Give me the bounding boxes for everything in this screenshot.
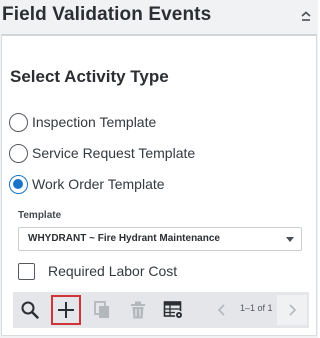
collapse-button[interactable] <box>298 9 314 25</box>
dropdown-arrow-icon <box>286 237 294 242</box>
chevron-left-icon <box>217 304 225 316</box>
radio-service-request-template[interactable]: Service Request Template <box>9 142 195 164</box>
delete-icon <box>131 301 145 319</box>
add-button[interactable] <box>51 295 81 325</box>
activity-type-card: Select Activity Type Inspection Template… <box>1 34 317 336</box>
section-title: Select Activity Type <box>10 67 169 86</box>
panel-title: Field Validation Events <box>2 4 212 25</box>
template-select-value: WHYDRANT ~ Fire Hydrant Maintenance <box>28 233 220 244</box>
next-page-button[interactable] <box>277 295 307 325</box>
required-labor-cost-checkbox[interactable] <box>18 262 35 280</box>
panel-header: Field Validation Events <box>0 0 318 34</box>
copy-button[interactable] <box>87 295 117 325</box>
radio-button-selected[interactable] <box>9 174 28 194</box>
search-button[interactable] <box>15 295 45 325</box>
grid-settings-icon <box>163 301 184 320</box>
template-label: Template <box>18 210 62 221</box>
chevron-up-icon <box>301 11 311 21</box>
radio-work-order-template[interactable]: Work Order Template <box>9 173 165 195</box>
grid-settings-button[interactable] <box>159 295 189 325</box>
pager-status: 1–1 of 1 <box>240 303 273 313</box>
previous-page-button[interactable] <box>207 295 237 325</box>
copy-icon <box>94 301 109 318</box>
radio-label: Service Request Template <box>32 145 196 161</box>
radio-button[interactable] <box>9 143 28 163</box>
template-select[interactable]: WHYDRANT ~ Fire Hydrant Maintenance <box>18 227 302 251</box>
search-icon <box>21 301 39 319</box>
delete-button[interactable] <box>123 295 153 325</box>
grid-toolbar: 1–1 of 1 <box>13 292 309 328</box>
required-labor-cost-option[interactable]: Required Labor Cost <box>18 260 177 282</box>
add-icon <box>58 302 74 318</box>
radio-button[interactable] <box>9 112 28 132</box>
chevron-right-icon <box>289 304 297 316</box>
field-validation-panel: Field Validation Events Select Activity … <box>0 0 318 338</box>
radio-label: Inspection Template <box>32 114 157 130</box>
radio-label: Work Order Template <box>32 176 165 192</box>
checkbox-label: Required Labor Cost <box>48 263 178 279</box>
radio-inspection-template[interactable]: Inspection Template <box>9 111 156 133</box>
